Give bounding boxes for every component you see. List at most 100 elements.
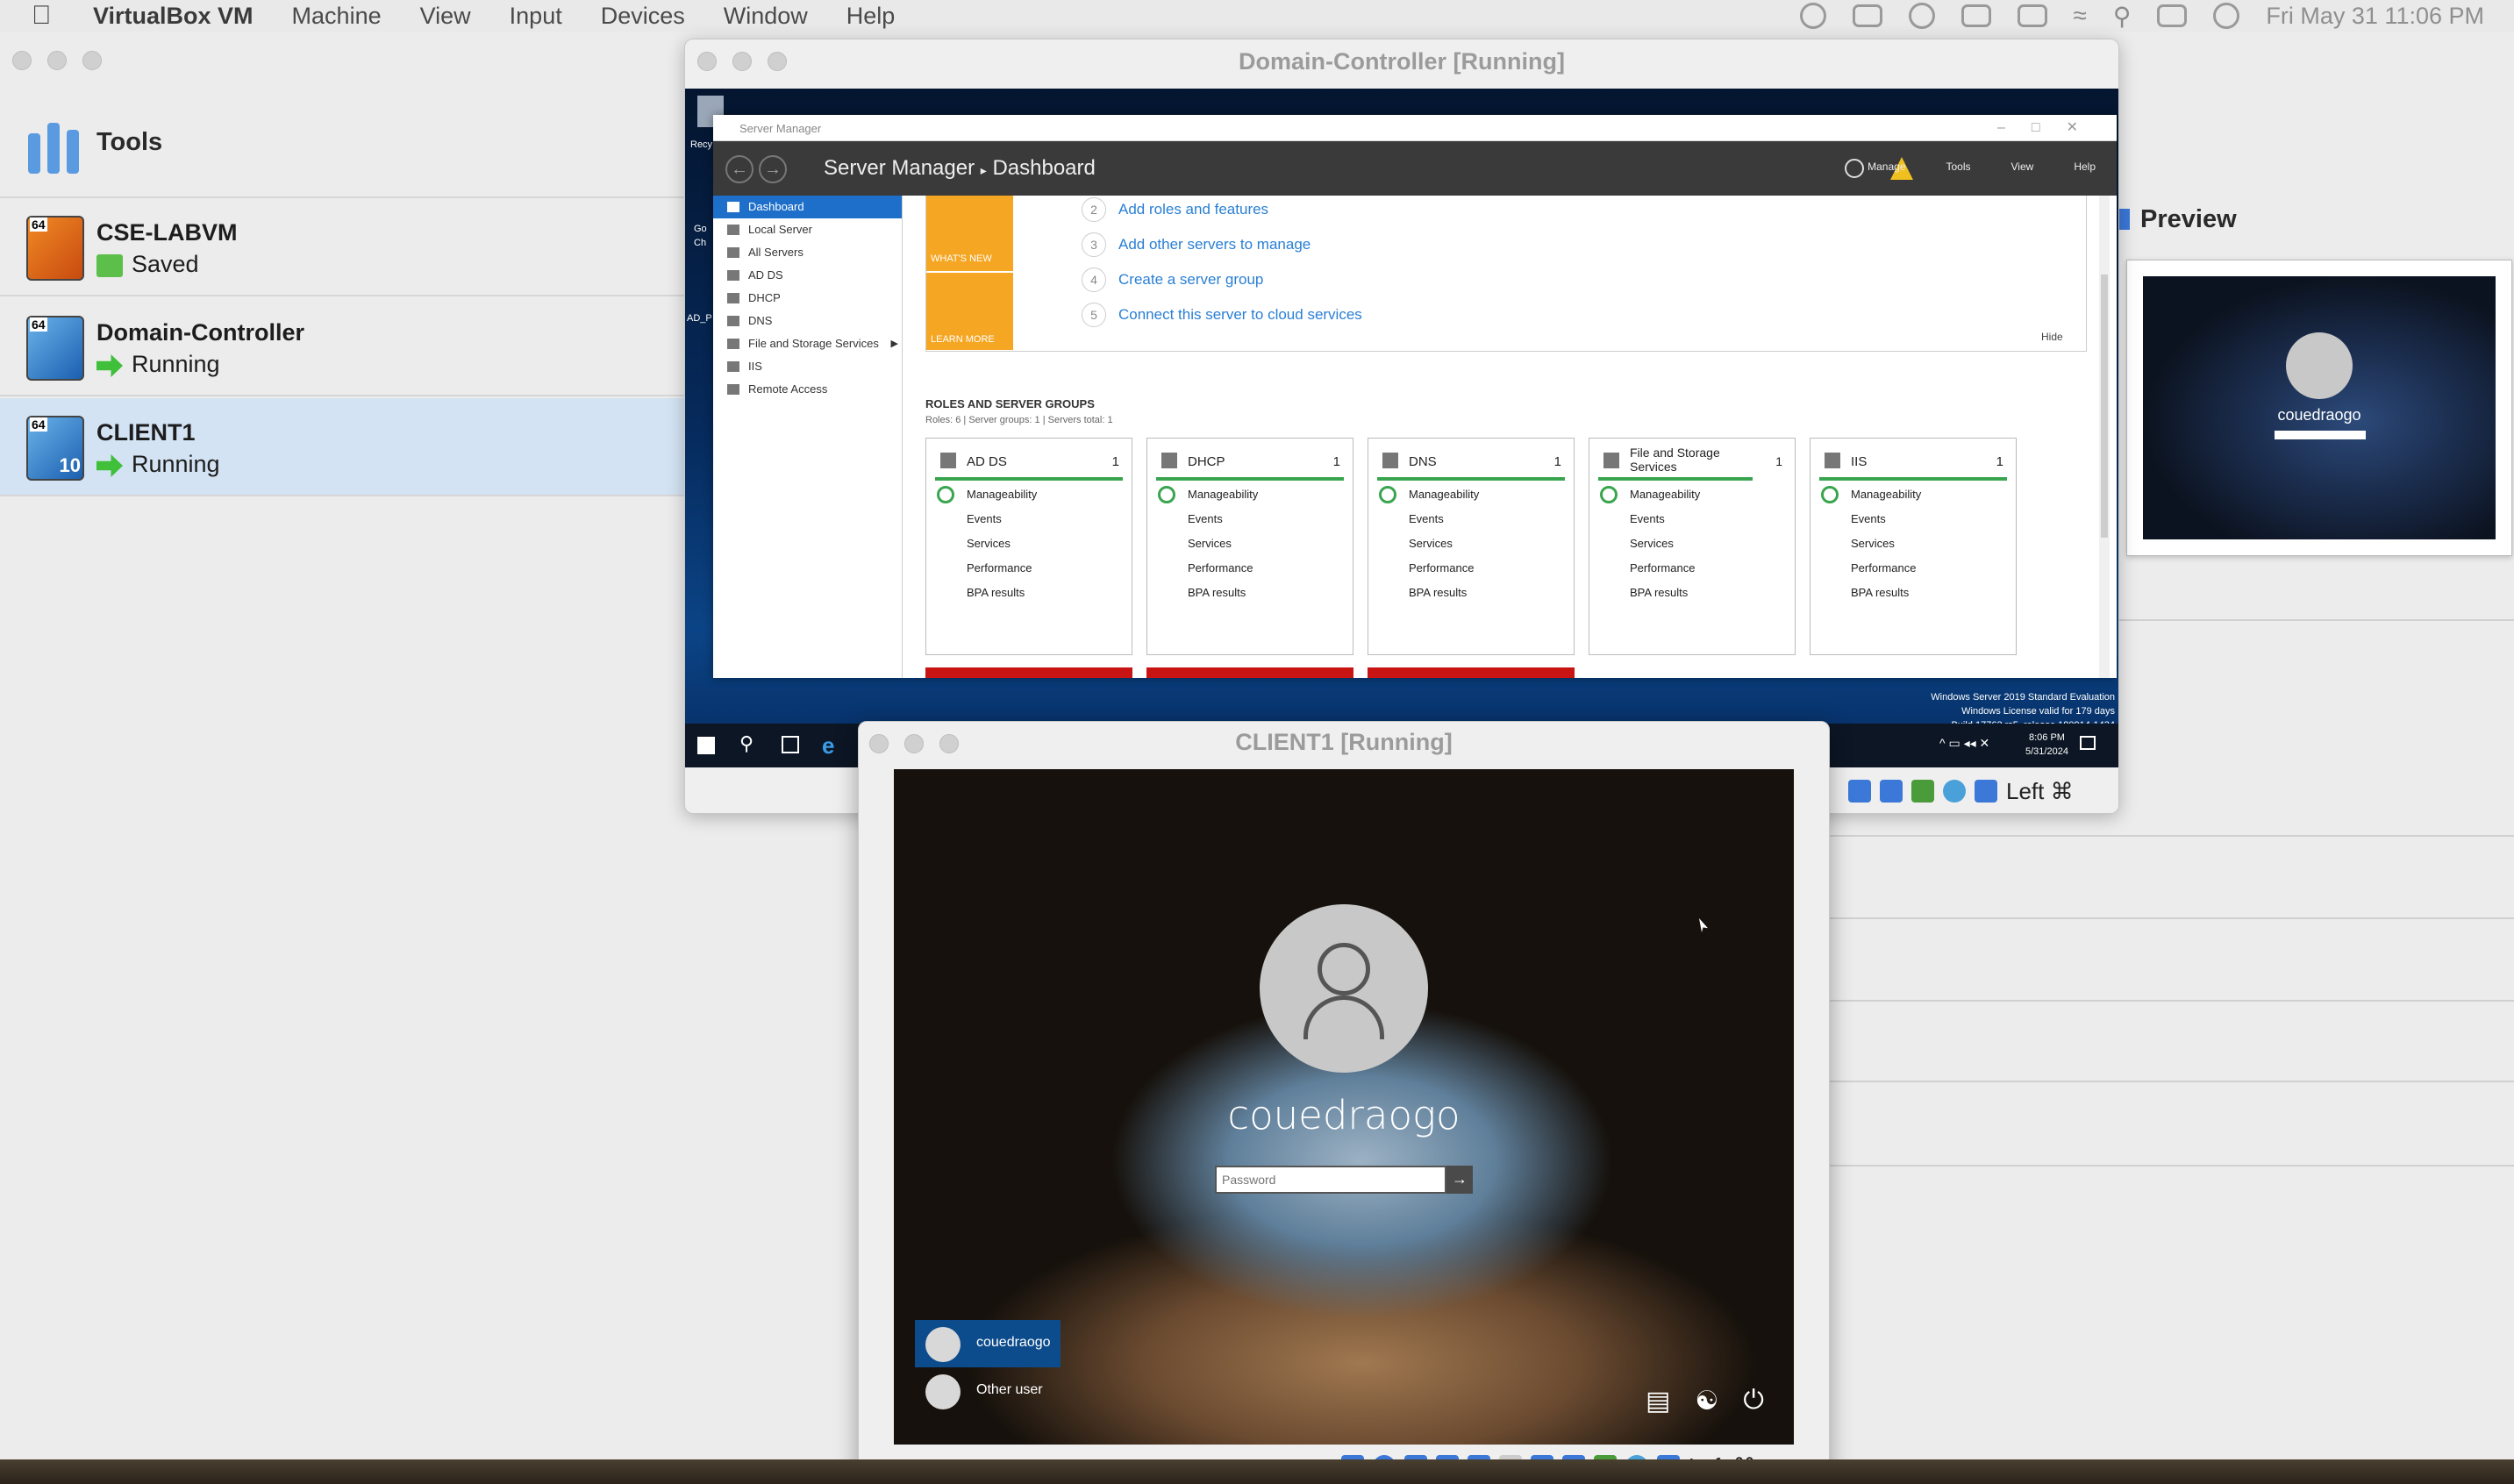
- display-icon[interactable]: [1960, 4, 1991, 27]
- tile-row-manageability[interactable]: Manageability: [1409, 488, 1479, 501]
- link-cloud-services[interactable]: Connect this server to cloud services: [1118, 306, 1362, 324]
- nav-all-servers[interactable]: All Servers: [713, 241, 902, 264]
- control-center-icon[interactable]: [2157, 4, 2188, 27]
- menu-help[interactable]: Help: [846, 3, 896, 30]
- shared-folders-icon[interactable]: [1880, 780, 1903, 803]
- tile-row-events[interactable]: Events: [1409, 512, 1444, 525]
- siri-icon[interactable]: [2213, 3, 2240, 29]
- taskbar-clock[interactable]: 8:06 PM 5/31/2024: [2025, 731, 2068, 759]
- menu-view[interactable]: View: [2011, 161, 2034, 173]
- action-center-icon[interactable]: [2080, 736, 2096, 750]
- vm-row-cse-labvm[interactable]: 64 CSE-LABVM Saved: [0, 198, 684, 296]
- tile-row-performance[interactable]: Performance: [1188, 561, 1253, 574]
- tray-icons[interactable]: ^ ▭ ◂◂ ✕: [1939, 736, 1989, 751]
- forward-button[interactable]: →: [759, 155, 787, 183]
- role-tile-alert[interactable]: [925, 667, 1132, 678]
- menu-tools[interactable]: Tools: [1946, 161, 1971, 173]
- tile-row-performance[interactable]: Performance: [1851, 561, 1916, 574]
- tools-row[interactable]: Tools: [0, 105, 684, 198]
- scrollbar[interactable]: [2099, 196, 2110, 678]
- tile-row-services[interactable]: Services: [1851, 537, 1895, 550]
- tile-row-performance[interactable]: Performance: [1630, 561, 1695, 574]
- user-item-couedraogo[interactable]: couedraogo: [915, 1320, 1061, 1367]
- nav-dashboard[interactable]: Dashboard: [713, 196, 902, 218]
- tile-row-bpa[interactable]: BPA results: [1188, 586, 1246, 599]
- tile-row-bpa[interactable]: BPA results: [1409, 586, 1467, 599]
- role-tile-alert[interactable]: [1146, 667, 1353, 678]
- role-tile-ad-ds[interactable]: AD DS 1 Manageability Events Services Per…: [925, 438, 1132, 655]
- nav-dns[interactable]: DNS: [713, 310, 902, 332]
- tile-row-manageability[interactable]: Manageability: [1851, 488, 1921, 501]
- nav-remote-access[interactable]: Remote Access: [713, 378, 902, 401]
- learn-more-label[interactable]: LEARN MORE: [931, 334, 995, 345]
- wifi-icon[interactable]: ≈: [2074, 2, 2087, 30]
- edge-icon[interactable]: e: [822, 732, 834, 760]
- nav-iis[interactable]: IIS: [713, 355, 902, 378]
- apple-menu-icon[interactable]: : [32, 1, 60, 31]
- vm-row-client1[interactable]: 64 10 CLIENT1 Running: [0, 398, 684, 496]
- network-icon[interactable]: ▤: [1646, 1386, 1670, 1416]
- nav-ad-ds[interactable]: AD DS: [713, 264, 902, 287]
- zoom-button[interactable]: [82, 51, 102, 70]
- play-icon[interactable]: [1908, 3, 1935, 29]
- tile-row-bpa[interactable]: BPA results: [1630, 586, 1688, 599]
- chevron-right-icon[interactable]: ▶: [891, 332, 898, 355]
- tile-row-performance[interactable]: Performance: [1409, 561, 1474, 574]
- search-icon[interactable]: ⚲: [739, 732, 753, 755]
- download-icon[interactable]: [1975, 780, 1997, 803]
- sm-window-buttons[interactable]: –□✕: [1997, 118, 2104, 136]
- menu-devices[interactable]: Devices: [601, 3, 685, 30]
- menu-help[interactable]: Help: [2074, 161, 2096, 173]
- link-add-servers[interactable]: Add other servers to manage: [1118, 236, 1311, 253]
- menu-app-name[interactable]: VirtualBox VM: [93, 3, 254, 30]
- search-icon[interactable]: ⚲: [2113, 2, 2132, 31]
- tile-row-manageability[interactable]: Manageability: [967, 488, 1037, 501]
- nav-local-server[interactable]: Local Server: [713, 218, 902, 241]
- tile-row-services[interactable]: Services: [1188, 537, 1232, 550]
- role-tile-iis[interactable]: IIS 1 Manageability Events Services Perfo…: [1810, 438, 2017, 655]
- tile-row-services[interactable]: Services: [1409, 537, 1453, 550]
- nav-dhcp[interactable]: DHCP: [713, 287, 902, 310]
- task-view-icon[interactable]: [782, 736, 799, 753]
- close-button[interactable]: [12, 51, 32, 70]
- tile-row-manageability[interactable]: Manageability: [1630, 488, 1700, 501]
- tile-row-performance[interactable]: Performance: [967, 561, 1032, 574]
- user-item-other[interactable]: Other user: [915, 1367, 1061, 1415]
- preview-thumbnail[interactable]: couedraogo: [2126, 260, 2512, 556]
- tile-row-bpa[interactable]: BPA results: [1851, 586, 1909, 599]
- dc-vm-screen[interactable]: Recy Go Ch AD_P Server Manager –□✕ ← → S…: [685, 89, 2118, 767]
- minimize-button[interactable]: [47, 51, 67, 70]
- display-status-icon[interactable]: [1848, 780, 1871, 803]
- windows-start-icon[interactable]: [697, 737, 715, 754]
- submit-arrow-button[interactable]: →: [1446, 1166, 1473, 1194]
- tile-row-events[interactable]: Events: [1630, 512, 1665, 525]
- menu-view[interactable]: View: [420, 3, 471, 30]
- accessibility-icon[interactable]: ☯: [1695, 1386, 1718, 1416]
- role-tile-file-storage[interactable]: File and Storage Services 1 Manageability…: [1589, 438, 1796, 655]
- tile-row-events[interactable]: Events: [1188, 512, 1223, 525]
- client1-lock-screen[interactable]: couedraogo → couedraogo Other user ▤ ☯ ⏻: [894, 769, 1794, 1445]
- window-controls[interactable]: [12, 51, 102, 70]
- menu-window[interactable]: Window: [724, 3, 808, 30]
- vm-row-domain-controller[interactable]: 64 Domain-Controller Running: [0, 298, 684, 396]
- tile-row-bpa[interactable]: BPA results: [967, 586, 1025, 599]
- grammarly-icon[interactable]: [1799, 3, 1826, 29]
- tile-row-events[interactable]: Events: [1851, 512, 1886, 525]
- tile-row-manageability[interactable]: Manageability: [1188, 488, 1258, 501]
- menu-input[interactable]: Input: [510, 3, 562, 30]
- role-tile-dhcp[interactable]: DHCP 1 Manageability Events Services Perf…: [1146, 438, 1353, 655]
- tile-row-services[interactable]: Services: [967, 537, 1011, 550]
- menu-manage[interactable]: Manage: [1868, 161, 1905, 173]
- link-create-group[interactable]: Create a server group: [1118, 271, 1263, 289]
- power-icon[interactable]: ⏻: [1743, 1386, 1764, 1416]
- tile-row-events[interactable]: Events: [967, 512, 1002, 525]
- menubar-clock[interactable]: Fri May 31 11:06 PM: [2266, 3, 2484, 30]
- nav-file-storage[interactable]: File and Storage Services ▶: [713, 332, 902, 355]
- refresh-icon[interactable]: [1845, 159, 1864, 178]
- tile-row-services[interactable]: Services: [1630, 537, 1674, 550]
- menu-machine[interactable]: Machine: [292, 3, 382, 30]
- screen-mirror-icon[interactable]: [1852, 4, 1882, 27]
- whats-new-label[interactable]: WHAT'S NEW: [931, 253, 992, 264]
- link-add-roles[interactable]: Add roles and features: [1118, 201, 1268, 218]
- password-input[interactable]: [1215, 1166, 1446, 1194]
